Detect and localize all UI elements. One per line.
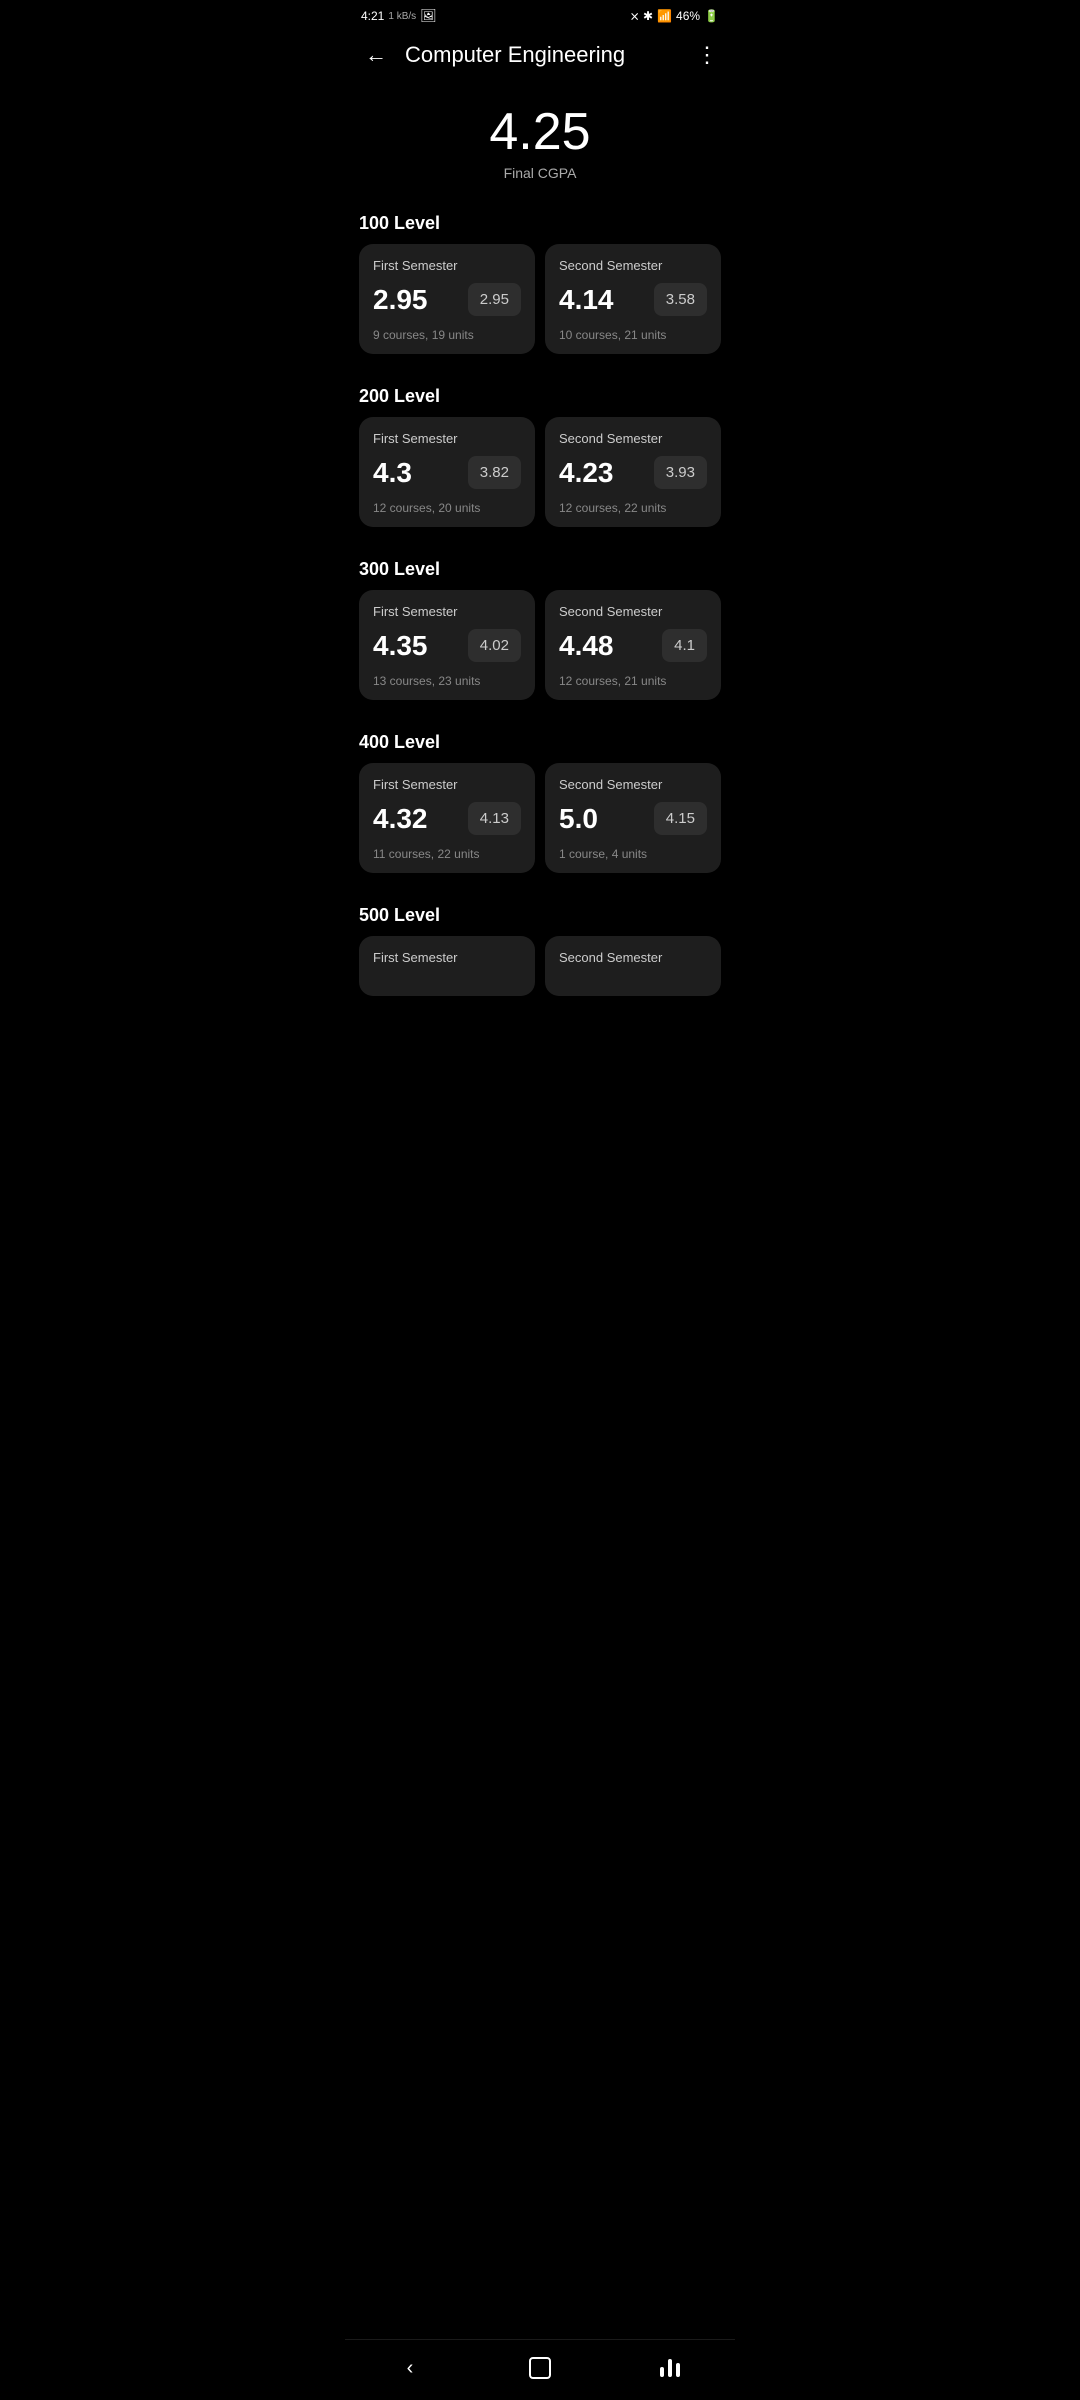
sem-courses-3-1: 1 course, 4 units: [559, 847, 707, 861]
sem-main-row-0-1: 4.14 3.58: [559, 283, 707, 316]
sem-title-1-1: Second Semester: [559, 431, 707, 446]
sem-title-0-0: First Semester: [373, 258, 521, 273]
level-heading-1: 200 Level: [359, 386, 721, 407]
sem-main-row-0-0: 2.95 2.95: [373, 283, 521, 316]
sem-title-0-1: Second Semester: [559, 258, 707, 273]
level-section-0: 100 Level First Semester 2.95 2.95 9 courses…: [345, 213, 735, 378]
sem-main-row-2-0: 4.35 4.02: [373, 629, 521, 662]
nav-recents-button[interactable]: [648, 2354, 692, 2382]
semester-card-2-1[interactable]: Second Semester 4.48 4.1 12 courses, 21 uni…: [545, 590, 721, 700]
sem-courses-1-0: 12 courses, 20 units: [373, 501, 521, 515]
bluetooth-icon: ⨯ ✱: [630, 9, 653, 23]
sem-courses-3-0: 11 courses, 22 units: [373, 847, 521, 861]
semester-card-1-1[interactable]: Second Semester 4.23 3.93 12 courses, 22 un…: [545, 417, 721, 527]
nav-home-button[interactable]: [518, 2354, 562, 2382]
sem-cgpa-badge-0-1: 3.58: [654, 283, 707, 316]
sem-gpa-1-1: 4.23: [559, 457, 614, 489]
sem-gpa-3-1: 5.0: [559, 803, 598, 835]
sem-title-2-0: First Semester: [373, 604, 521, 619]
nav-home-icon: [529, 2357, 551, 2379]
sem-courses-0-1: 10 courses, 21 units: [559, 328, 707, 342]
sem-cgpa-badge-2-1: 4.1: [662, 629, 707, 662]
semester-row-1: First Semester 4.3 3.82 12 courses, 20 unit…: [359, 417, 721, 527]
semester-card-1-0[interactable]: First Semester 4.3 3.82 12 courses, 20 unit…: [359, 417, 535, 527]
semester-card-0-0[interactable]: First Semester 2.95 2.95 9 courses, 19 unit…: [359, 244, 535, 354]
level-section-3: 400 Level First Semester 4.32 4.13 11 course…: [345, 732, 735, 897]
level-heading-2: 300 Level: [359, 559, 721, 580]
nav-back-button[interactable]: ‹: [388, 2354, 432, 2382]
sem-cgpa-badge-1-0: 3.82: [468, 456, 521, 489]
sem-title-3-1: Second Semester: [559, 777, 707, 792]
back-button[interactable]: ←: [361, 38, 391, 72]
sem-courses-0-0: 9 courses, 19 units: [373, 328, 521, 342]
semester-card-2-0[interactable]: First Semester 4.35 4.02 13 courses, 23 uni…: [359, 590, 535, 700]
bottom-nav: ‹: [345, 2339, 735, 2400]
battery: 46%: [676, 9, 700, 23]
sem-courses-2-0: 13 courses, 23 units: [373, 674, 521, 688]
sem-gpa-2-0: 4.35: [373, 630, 428, 662]
time: 4:21: [361, 9, 384, 23]
level-section-2: 300 Level First Semester 4.35 4.02 13 course…: [345, 559, 735, 724]
semester-card-4-1[interactable]: Second Semester: [545, 936, 721, 996]
sem-title-1-0: First Semester: [373, 431, 521, 446]
sem-cgpa-badge-3-1: 4.15: [654, 802, 707, 835]
sem-courses-2-1: 12 courses, 21 units: [559, 674, 707, 688]
sem-main-row-2-1: 4.48 4.1: [559, 629, 707, 662]
nav-back-icon: ‹: [407, 2357, 414, 2380]
sem-title-4-1: Second Semester: [559, 950, 707, 965]
scroll-content: 100 Level First Semester 2.95 2.95 9 courses…: [345, 213, 735, 1100]
wifi-icon: 📶: [657, 9, 672, 23]
level-section-4: 500 Level First Semester Second Semester: [345, 905, 735, 1020]
sem-courses-1-1: 12 courses, 22 units: [559, 501, 707, 515]
sem-gpa-0-1: 4.14: [559, 284, 614, 316]
page-title: Computer Engineering: [405, 42, 625, 68]
semester-row-3: First Semester 4.32 4.13 11 courses, 22 uni…: [359, 763, 721, 873]
semester-row-2: First Semester 4.35 4.02 13 courses, 23 uni…: [359, 590, 721, 700]
sem-gpa-2-1: 4.48: [559, 630, 614, 662]
semester-card-3-0[interactable]: First Semester 4.32 4.13 11 courses, 22 uni…: [359, 763, 535, 873]
speed-indicator: 1 kB/s: [388, 11, 416, 22]
cgpa-section: 4.25 Final CGPA: [345, 88, 735, 205]
battery-icon: 🔋: [704, 9, 719, 23]
level-section-1: 200 Level First Semester 4.3 3.82 12 courses…: [345, 386, 735, 551]
media-icon: 🖼: [420, 8, 437, 24]
status-right: ⨯ ✱ 📶 46% 🔋: [630, 9, 719, 23]
semester-card-3-1[interactable]: Second Semester 5.0 4.15 1 course, 4 units: [545, 763, 721, 873]
cgpa-value: 4.25: [345, 104, 735, 161]
sem-gpa-0-0: 2.95: [373, 284, 428, 316]
sem-gpa-1-0: 4.3: [373, 457, 412, 489]
sem-cgpa-badge-1-1: 3.93: [654, 456, 707, 489]
cgpa-label: Final CGPA: [345, 165, 735, 181]
sem-title-4-0: First Semester: [373, 950, 521, 965]
level-heading-0: 100 Level: [359, 213, 721, 234]
status-bar: 4:21 1 kB/s 🖼 ⨯ ✱ 📶 46% 🔋: [345, 0, 735, 28]
nav-recents-icon: [660, 2359, 680, 2377]
sem-cgpa-badge-2-0: 4.02: [468, 629, 521, 662]
sem-title-3-0: First Semester: [373, 777, 521, 792]
top-bar-left: ← Computer Engineering: [361, 38, 625, 72]
more-options-button[interactable]: ⋮: [696, 42, 719, 68]
sem-main-row-1-1: 4.23 3.93: [559, 456, 707, 489]
sem-cgpa-badge-3-0: 4.13: [468, 802, 521, 835]
sem-main-row-1-0: 4.3 3.82: [373, 456, 521, 489]
level-heading-4: 500 Level: [359, 905, 721, 926]
sem-gpa-3-0: 4.32: [373, 803, 428, 835]
sem-main-row-3-0: 4.32 4.13: [373, 802, 521, 835]
semester-row-4: First Semester Second Semester: [359, 936, 721, 996]
semester-card-4-0[interactable]: First Semester: [359, 936, 535, 996]
semester-row-0: First Semester 2.95 2.95 9 courses, 19 unit…: [359, 244, 721, 354]
sem-cgpa-badge-0-0: 2.95: [468, 283, 521, 316]
semester-card-0-1[interactable]: Second Semester 4.14 3.58 10 courses, 21 un…: [545, 244, 721, 354]
level-heading-3: 400 Level: [359, 732, 721, 753]
top-bar: ← Computer Engineering ⋮: [345, 28, 735, 88]
status-left: 4:21 1 kB/s 🖼: [361, 8, 437, 24]
sem-title-2-1: Second Semester: [559, 604, 707, 619]
sem-main-row-3-1: 5.0 4.15: [559, 802, 707, 835]
